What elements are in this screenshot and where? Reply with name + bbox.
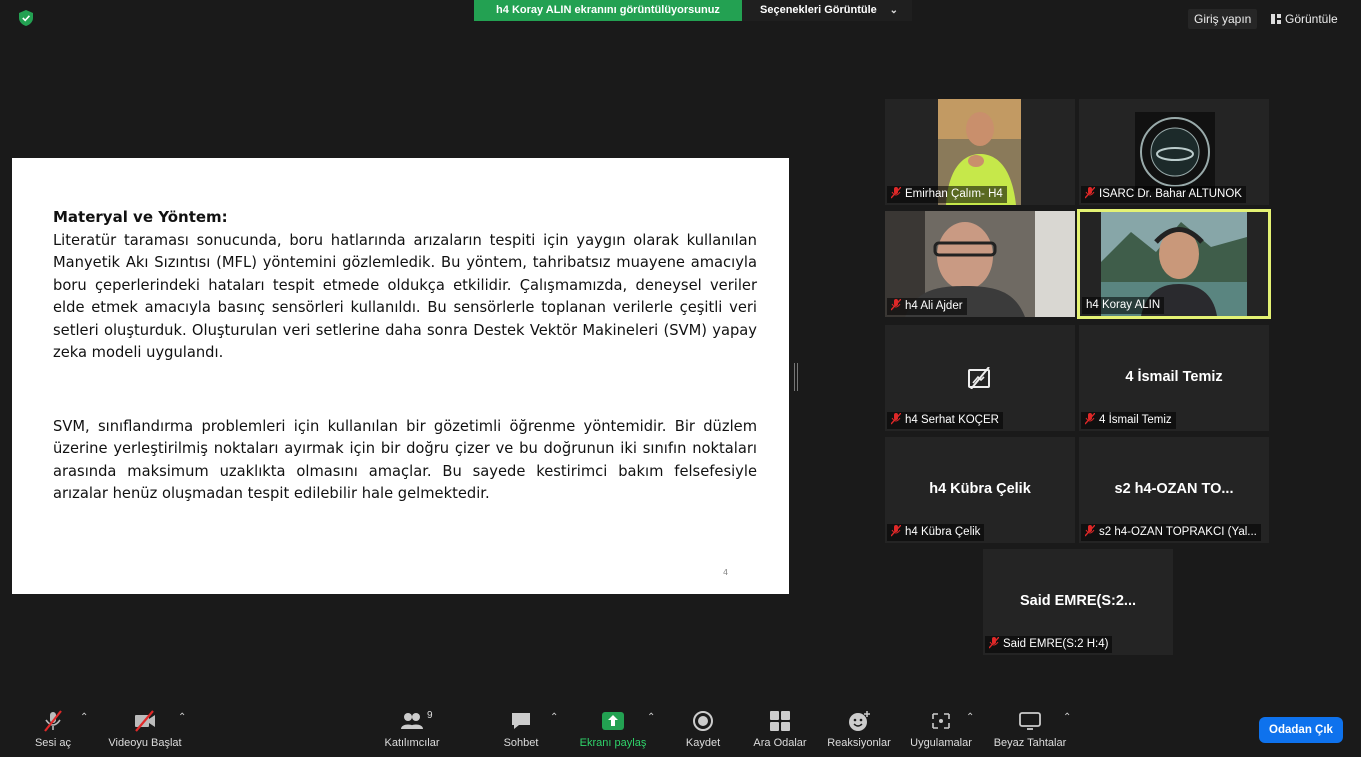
participants-icon [401,713,423,729]
shared-screen-slide: Materyal ve Yöntem: Literatür taraması s… [12,158,789,594]
whiteboard-options-caret[interactable]: ⌃ [1063,712,1071,723]
breakout-rooms-icon [770,711,790,731]
apps-button[interactable]: Uygulamalar [906,700,976,757]
apps-options-caret[interactable]: ⌃ [966,712,974,723]
chevron-down-icon: ⌄ [889,5,898,16]
participant-display-name: 4 İsmail Temiz [1125,369,1223,385]
participant-display-name: s2 h4-OZAN TO... [1114,481,1234,497]
meeting-toolbar: Sesi aç ⌃ Videoyu Başlat ⌃ 9 Katılımcıla… [0,700,1361,757]
muted-mic-icon [1085,525,1095,537]
view-label: Görüntüle [1285,12,1338,26]
participant-name-tag: h4 Kübra Çelik [887,524,985,541]
muted-mic-icon [989,637,999,649]
screen-share-banner: h4 Koray ALIN ekranını görüntülüyorsunuz [474,0,742,21]
leave-meeting-button[interactable]: Odadan Çık [1259,717,1343,743]
slide-paragraph-2: SVM, sınıflandırma problemleri için kull… [53,418,757,503]
share-screen-arrow-icon [602,712,624,730]
participant-name-tag: h4 Ali Ajder [887,298,967,315]
whiteboard-icon [1019,712,1041,730]
apps-icon [932,713,950,729]
participant-name-tag: h4 Koray ALIN [1082,297,1165,314]
participant-name-tag: Said EMRE(S:2 H:4) [985,636,1113,653]
muted-mic-icon [891,299,901,311]
chat-button[interactable]: Sohbet [496,700,546,757]
view-grid-icon [1271,14,1281,24]
start-video-button[interactable]: Videoyu Başlat [103,700,187,757]
participant-tile-serhat[interactable]: h4 Serhat KOÇER [885,325,1075,431]
unmute-button[interactable]: Sesi aç [28,700,78,757]
participant-tile-koray-active-speaker[interactable]: h4 Koray ALIN [1077,209,1271,319]
view-button[interactable]: Görüntüle [1265,9,1344,29]
record-icon [693,711,713,731]
chat-bubble-icon [512,713,530,729]
whiteboards-button[interactable]: Beyaz Tahtalar [990,700,1070,757]
video-options-caret[interactable]: ⌃ [178,712,186,723]
panel-splitter-handle[interactable] [794,363,798,391]
signin-button[interactable]: Giriş yapın [1188,9,1258,29]
participant-tile-ali[interactable]: h4 Ali Ajder [885,211,1075,317]
participant-tile-isarc[interactable]: ISARC Dr. Bahar ALTUNOK [1079,99,1269,205]
participants-count: 9 [427,710,433,721]
video-off-camera-icon [135,710,155,732]
share-options-caret[interactable]: ⌃ [647,712,655,723]
muted-microphone-icon [44,710,62,732]
smiley-reaction-icon [849,711,870,731]
participant-display-name: Said EMRE(S:2... [1019,593,1137,609]
participant-tile-emirhan[interactable]: Emirhan Çalım- H4 [885,99,1075,205]
muted-mic-icon [891,413,901,425]
view-options-button[interactable]: Seçenekleri Görüntüle ⌄ [742,0,912,21]
participant-name-tag: 4 İsmail Temiz [1081,412,1176,429]
participant-tile-ismail[interactable]: 4 İsmail Temiz 4 İsmail Temiz [1079,325,1269,431]
participant-name-tag: ISARC Dr. Bahar ALTUNOK [1081,186,1246,203]
breakout-rooms-button[interactable]: Ara Odalar [748,700,812,757]
view-options-label: Seçenekleri Görüntüle [760,4,877,16]
share-screen-button[interactable]: Ekranı paylaş [576,700,650,757]
muted-mic-icon [1085,413,1095,425]
isarc-logo [1135,112,1215,192]
participant-display-name: h4 Kübra Çelik [929,481,1031,497]
muted-mic-icon [891,525,901,537]
security-shield-icon[interactable] [19,10,33,26]
reactions-button[interactable]: Reaksiyonlar [824,700,894,757]
participant-name-tag: Emirhan Çalım- H4 [887,186,1007,203]
participant-name-tag: s2 h4-OZAN TOPRAKCI (Yal... [1081,524,1261,541]
audio-options-caret[interactable]: ⌃ [80,712,88,723]
muted-mic-icon [1085,187,1095,199]
participant-name-tag: h4 Serhat KOÇER [887,412,1003,429]
participant-tile-said[interactable]: Said EMRE(S:2... Said EMRE(S:2 H:4) [983,549,1173,655]
participant-tile-kubra[interactable]: h4 Kübra Çelik h4 Kübra Çelik [885,437,1075,543]
slide-page-number: 4 [723,568,729,577]
record-button[interactable]: Kaydet [678,700,728,757]
participants-button[interactable]: 9 Katılımcılar [380,700,444,757]
chat-options-caret[interactable]: ⌃ [550,712,558,723]
slide-heading: Materyal ve Yöntem: [53,208,228,226]
participant-tile-ozan[interactable]: s2 h4-OZAN TO... s2 h4-OZAN TOPRAKCI (Ya… [1079,437,1269,543]
slide-paragraph-1: Literatür taraması sonucunda, boru hatla… [53,232,757,362]
video-off-icon [968,367,990,389]
muted-mic-icon [891,187,901,199]
